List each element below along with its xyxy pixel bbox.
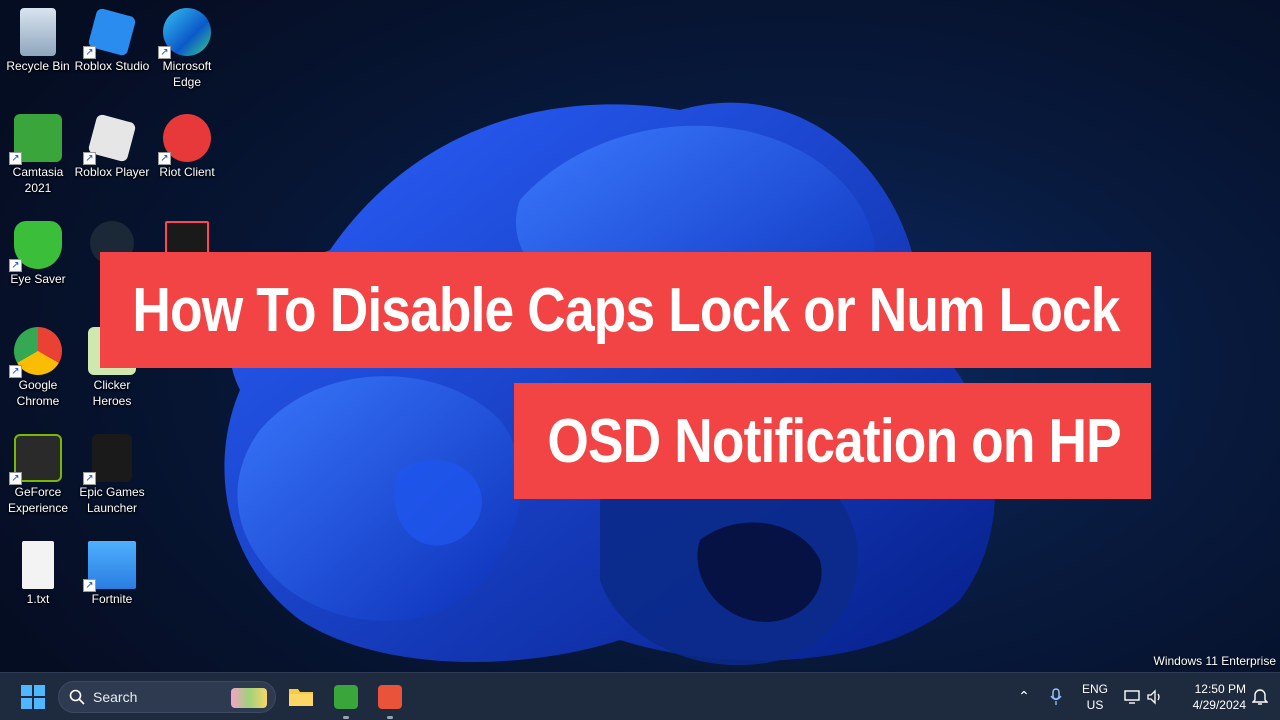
desktop: Recycle Bin ↗ Camtasia 2021 ↗ Eye Saver … [0,0,1280,672]
running-indicator [343,716,349,719]
start-button[interactable] [18,679,48,715]
clock[interactable]: 12:50 PM 4/29/2024 [1176,679,1246,715]
icon-label: Clicker Heroes [92,378,132,408]
epic-games-icon [92,434,132,482]
title-banner-line1: How To Disable Caps Lock or Num Lock [100,252,1151,368]
icon-label: Fortnite [91,592,133,606]
title-line2-text: OSD Notification on HP [547,406,1121,476]
notifications-button[interactable] [1246,679,1274,715]
taskbar: Search ⌃ ENG US 12:50 PM 4/29/2024 [0,672,1280,720]
desktop-icon-epic-games[interactable]: ↗ Epic Games Launcher [73,428,151,528]
icon-label: Camtasia 2021 [12,165,64,195]
desktop-icon-chrome[interactable]: ↗ Google Chrome [0,321,77,421]
taskbar-search-box[interactable]: Search [58,681,276,713]
running-indicator [387,716,393,719]
desktop-icon-geforce[interactable]: ↗ GeForce Experience [0,428,77,528]
language-code: ENG [1081,682,1108,696]
language-indicator[interactable]: ENG US [1076,679,1114,715]
microphone-button[interactable] [1044,679,1068,715]
title-banner-line2: OSD Notification on HP [514,383,1151,499]
volume-icon [1147,689,1160,705]
desktop-icon-edge[interactable]: ↗ Microsoft Edge [148,2,226,102]
camtasia-icon [334,685,358,709]
search-label: Search [93,689,138,705]
taskbar-file-explorer[interactable] [286,679,316,715]
taskbar-camtasia-recorder[interactable] [375,679,405,719]
icon-label: 1.txt [26,592,50,606]
region-code: US [1086,698,1104,712]
icon-label: Riot Client [159,165,215,179]
desktop-icon-eye-saver[interactable]: ↗ Eye Saver [0,215,77,315]
microphone-icon [1050,688,1062,705]
desktop-icon-fortnite[interactable]: ↗ Fortnite [73,535,151,635]
chevron-up-icon: ⌃ [1018,689,1030,705]
search-icon [69,689,85,705]
text-file-icon [22,541,54,589]
icon-label: Recycle Bin [6,59,70,73]
network-icon [1124,690,1140,704]
taskbar-camtasia[interactable] [331,679,361,719]
title-line1-text: How To Disable Caps Lock or Num Lock [131,275,1120,345]
show-hidden-icons-button[interactable]: ⌃ [1012,679,1036,715]
desktop-icon-roblox-studio[interactable]: ↗ Roblox Studio [73,2,151,102]
desktop-icon-riot-client[interactable]: ↗ Riot Client [148,108,226,208]
icon-label: Microsoft Edge [162,59,212,89]
icon-label: Roblox Studio [74,59,150,73]
network-volume-button[interactable] [1120,679,1168,715]
icon-label: Roblox Player [74,165,150,179]
notification-bell-icon [1252,689,1268,705]
clock-date: 4/29/2024 [1192,698,1246,712]
search-highlight-icon [231,688,267,708]
desktop-icon-camtasia[interactable]: ↗ Camtasia 2021 [0,108,77,208]
os-edition-watermark: Windows 11 Enterprise [1153,654,1277,668]
desktop-icon-text-file[interactable]: 1.txt [0,535,77,635]
clock-time: 12:50 PM [1194,682,1246,696]
windows-logo-icon [21,685,45,709]
icon-label: Eye Saver [10,272,66,286]
recycle-bin-icon [20,8,56,56]
file-explorer-icon [289,689,313,706]
desktop-icon-roblox-player[interactable]: ↗ Roblox Player [73,108,151,208]
icon-label: Google Chrome [16,378,60,408]
icon-label: GeForce Experience [7,485,69,515]
desktop-icon-recycle-bin[interactable]: Recycle Bin [0,2,77,102]
camtasia-recorder-icon [378,685,402,709]
icon-label: Epic Games Launcher [79,485,145,515]
